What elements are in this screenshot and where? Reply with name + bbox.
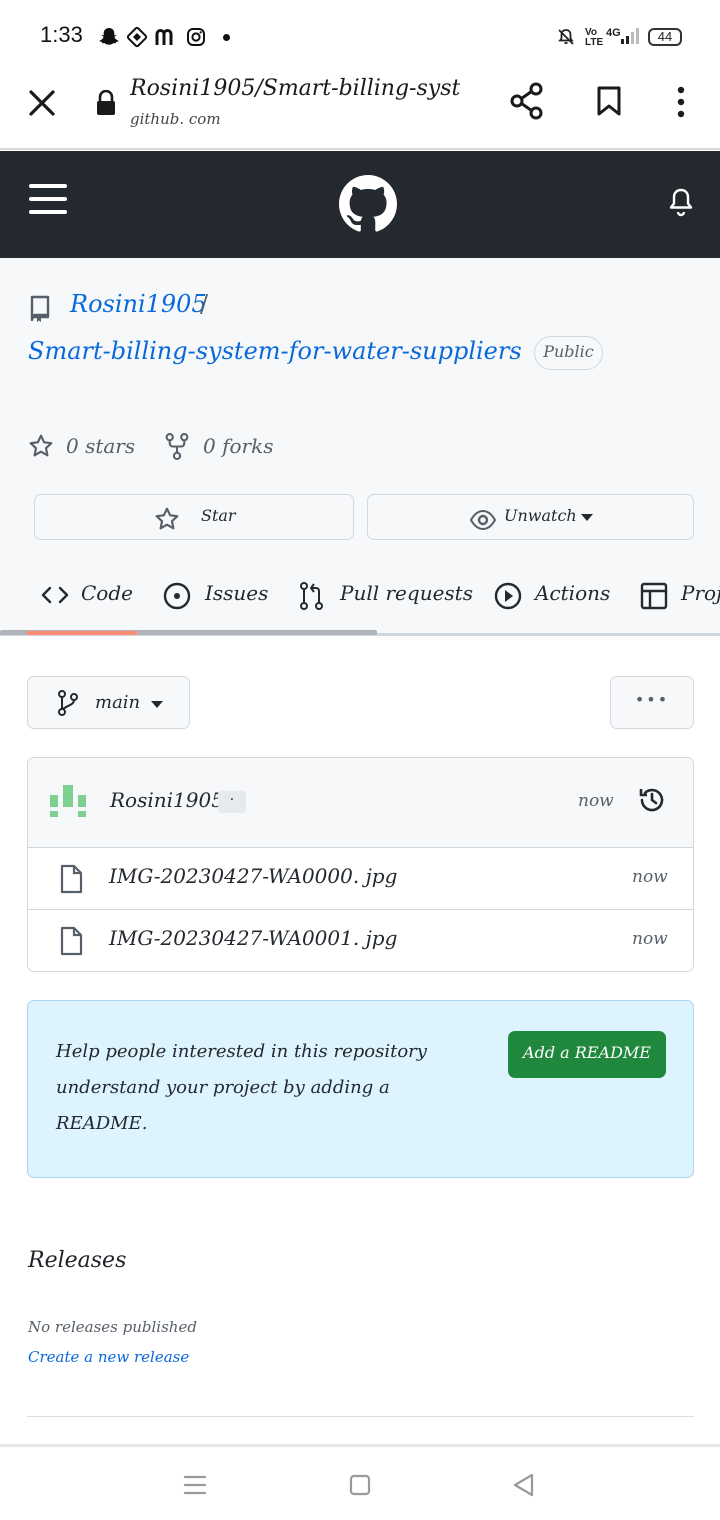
repo-name-link[interactable]: Smart-billing-system-for-water-suppliers	[28, 337, 522, 365]
share-icon[interactable]	[509, 82, 545, 120]
tab-projects-label: Proje	[681, 581, 720, 605]
recent-apps-icon[interactable]	[183, 1474, 207, 1496]
code-icon	[41, 586, 69, 604]
unwatch-button[interactable]: Unwatch	[367, 494, 694, 540]
instagram-icon	[187, 28, 205, 46]
tab-actions[interactable]: Actions	[493, 577, 613, 613]
branch-name: main	[95, 692, 141, 713]
file-time: now	[632, 867, 668, 887]
tab-pull-requests[interactable]: Pull requests	[298, 577, 473, 613]
close-icon[interactable]	[28, 89, 56, 117]
chevron-down-icon	[581, 514, 593, 521]
browser-toolbar: Rosini1905/Smart-billing-syste... github…	[0, 72, 720, 150]
tab-active-underline	[27, 631, 137, 635]
home-icon[interactable]	[349, 1474, 371, 1496]
url-title[interactable]: Rosini1905/Smart-billing-syste...	[130, 76, 460, 101]
messenger-icon	[155, 28, 173, 45]
no-releases-text: No releases published	[28, 1318, 197, 1336]
snapchat-icon	[99, 28, 119, 45]
add-readme-button[interactable]: Add a README	[508, 1031, 666, 1078]
network-label: 4G	[606, 27, 621, 39]
actions-icon	[494, 582, 522, 610]
forks-count-link[interactable]: 0 forks	[203, 434, 273, 458]
volte-label: Vo LTE	[585, 27, 604, 48]
latest-commit-row: Rosini1905 · now	[28, 758, 693, 848]
readme-line-3: README.	[56, 1113, 148, 1134]
github-header	[0, 151, 720, 258]
fork-icon	[165, 433, 189, 460]
star-icon	[155, 507, 179, 530]
path-separator: /	[200, 290, 209, 318]
app-icon	[126, 26, 148, 48]
bookmark-icon[interactable]	[596, 85, 622, 117]
stars-count-link[interactable]: 0 stars	[66, 434, 135, 458]
hamburger-menu-icon[interactable]	[29, 182, 67, 216]
notification-bell-icon[interactable]	[668, 187, 694, 217]
avatar[interactable]	[50, 785, 86, 821]
signal-icon	[621, 28, 639, 44]
star-outline-icon	[29, 434, 53, 457]
create-release-link[interactable]: Create a new release	[28, 1348, 189, 1366]
commit-time: now	[578, 791, 614, 811]
file-icon	[60, 864, 83, 894]
system-nav-bar	[0, 1444, 720, 1520]
branch-icon	[58, 690, 78, 716]
eye-icon	[469, 509, 497, 531]
battery-indicator: 44	[648, 28, 682, 46]
file-row[interactable]: IMG-20230427-WA0000. jpg now	[28, 848, 693, 910]
tab-pull-requests-label: Pull requests	[340, 581, 473, 605]
repo-owner-link[interactable]: Rosini1905	[70, 290, 207, 318]
readme-prompt: Help people interested in this repositor…	[27, 1000, 694, 1178]
file-table: Rosini1905 · now IMG-20230427-WA0000. jp…	[27, 757, 694, 972]
file-name-link[interactable]: IMG-20230427-WA0001. jpg	[109, 926, 397, 950]
tab-issues-label: Issues	[205, 581, 269, 605]
file-time: now	[632, 929, 668, 949]
more-icon[interactable]	[675, 86, 687, 118]
back-icon[interactable]	[511, 1472, 535, 1498]
commit-author[interactable]: Rosini1905	[110, 788, 224, 812]
status-bar: 1:33 Vo LTE 4G 44	[0, 0, 720, 72]
issues-icon	[163, 582, 191, 610]
readme-prompt-text: Help people interested in this repositor…	[56, 1034, 427, 1142]
pull-request-icon	[300, 582, 323, 610]
star-button-label: Star	[201, 506, 236, 525]
projects-icon	[640, 582, 668, 610]
file-row[interactable]: IMG-20230427-WA0001. jpg now	[28, 910, 693, 971]
status-time: 1:33	[40, 22, 83, 47]
commit-message-toggle[interactable]: ·	[218, 791, 246, 813]
github-logo-icon[interactable]	[339, 175, 397, 233]
readme-line-2: understand your project by adding a	[56, 1077, 390, 1098]
section-divider	[27, 1416, 694, 1417]
tab-projects[interactable]: Proje	[638, 577, 720, 613]
mute-icon	[558, 29, 574, 45]
tab-actions-label: Actions	[535, 581, 611, 605]
readme-line-1: Help people interested in this repositor…	[56, 1041, 427, 1062]
repo-tabs: Code Issues Pull requests Actions Proje	[0, 560, 720, 636]
releases-heading: Releases	[28, 1248, 127, 1273]
file-name-link[interactable]: IMG-20230427-WA0000. jpg	[109, 864, 397, 888]
chevron-down-icon	[151, 701, 163, 708]
tab-issues[interactable]: Issues	[162, 577, 272, 613]
tab-code[interactable]: Code	[38, 577, 138, 613]
tab-code-label: Code	[81, 581, 133, 605]
history-icon[interactable]	[637, 785, 667, 815]
branch-select-button[interactable]: main	[27, 676, 190, 729]
dot-icon	[223, 34, 230, 41]
repo-icon	[30, 295, 50, 322]
file-icon	[60, 926, 83, 956]
url-domain[interactable]: github. com	[130, 110, 221, 128]
unwatch-button-label: Unwatch	[504, 506, 577, 525]
visibility-badge: Public	[534, 336, 603, 370]
star-button[interactable]: Star	[34, 494, 354, 540]
lock-icon	[97, 90, 115, 115]
more-options-button[interactable]: •••	[610, 676, 694, 729]
